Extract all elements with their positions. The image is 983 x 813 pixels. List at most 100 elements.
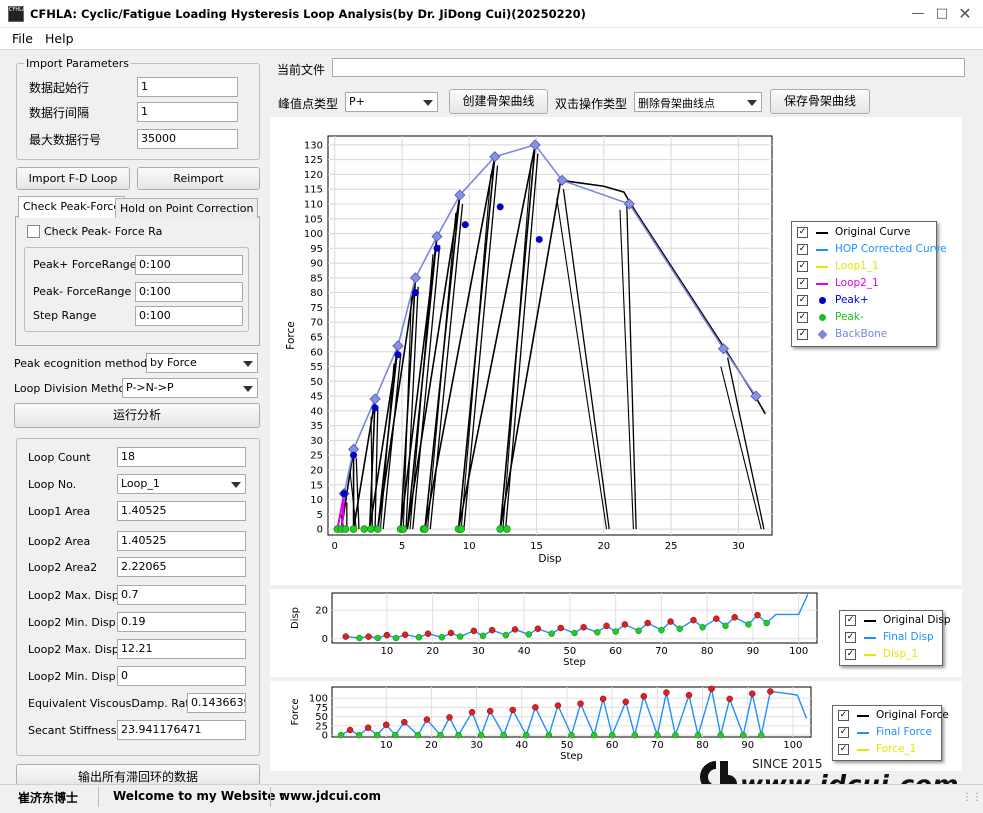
legend-symbol — [817, 329, 828, 340]
y-tick-label: 75 — [310, 303, 323, 314]
legend-checkbox[interactable]: ✓ — [845, 632, 856, 643]
legend-label: Disp_1 — [883, 648, 919, 660]
close-icon[interactable]: ✕ — [955, 4, 975, 24]
peak-neg-point — [496, 525, 505, 533]
peak-neg-point — [367, 525, 375, 533]
legend-checkbox[interactable]: ✓ — [845, 615, 856, 626]
peak-marker — [667, 618, 674, 625]
loop-no-select[interactable]: Loop_1 — [117, 474, 246, 494]
minimize-icon[interactable]: — — [908, 4, 928, 24]
tab-hold-on-point[interactable]: Hold on Point Correction — [115, 198, 259, 218]
max-rows-input[interactable]: 35000 — [137, 129, 238, 149]
x-axis-title: Step — [563, 657, 586, 668]
y-tick-label: 120 — [304, 170, 323, 181]
peak-method-label: Peak ecognition methods — [14, 357, 153, 370]
peak-marker — [470, 627, 478, 635]
x-tick-label: 50 — [564, 646, 577, 657]
legend-checkbox[interactable]: ✓ — [797, 244, 808, 255]
result-value[interactable]: 0 — [117, 666, 246, 686]
x-tick-label: 10 — [463, 541, 476, 552]
legend-checkbox[interactable]: ✓ — [838, 727, 849, 738]
peak-pos-point — [433, 244, 441, 252]
peak-method-value: by Force — [150, 356, 197, 369]
legend-checkbox[interactable]: ✓ — [797, 295, 808, 306]
legend-checkbox[interactable]: ✓ — [797, 261, 808, 272]
x-tick-label: 100 — [783, 740, 802, 751]
legend-checkbox[interactable]: ✓ — [845, 649, 856, 660]
x-tick-label: 70 — [651, 740, 664, 751]
result-value[interactable]: 23.941176471 — [117, 720, 246, 740]
division-method-select[interactable]: P->N->P — [122, 378, 258, 398]
peak-marker — [534, 625, 542, 632]
result-value[interactable]: 0.19 — [117, 612, 246, 632]
legend-symbol — [864, 620, 876, 622]
result-label: Loop2 Min. Disp — [28, 616, 116, 629]
legend-checkbox[interactable]: ✓ — [797, 227, 808, 238]
result-value[interactable]: 12.21 — [117, 639, 246, 659]
division-method-label: Loop Division Method — [14, 382, 133, 395]
tab-check-peak-force[interactable]: Check Peak-Force — [18, 196, 126, 218]
result-value[interactable]: 1.40525 — [117, 501, 246, 521]
legend-checkbox[interactable]: ✓ — [797, 278, 808, 289]
peak-marker — [640, 693, 648, 700]
x-tick-label: 20 — [597, 541, 610, 552]
result-value[interactable]: 1.40525 — [117, 531, 246, 551]
legend-symbol — [816, 249, 828, 251]
legend-checkbox[interactable]: ✓ — [838, 744, 849, 755]
peak-marker — [401, 631, 409, 638]
check-peak-force-checkbox[interactable] — [27, 225, 40, 238]
menu-help[interactable]: Help — [45, 31, 74, 46]
legend-checkbox[interactable]: ✓ — [838, 710, 849, 721]
result-value[interactable]: 18 — [117, 447, 246, 467]
legend-label: BackBone — [835, 328, 888, 340]
maximize-icon[interactable]: □ — [932, 4, 952, 24]
run-analysis-button[interactable]: 运行分析 — [14, 403, 260, 428]
trough-marker — [374, 634, 382, 642]
result-value[interactable]: 2.22065 — [117, 557, 246, 577]
row-interval-input[interactable]: 1 — [137, 102, 238, 122]
trough-marker — [568, 731, 575, 739]
step-range-input[interactable]: 0:100 — [135, 306, 243, 326]
trough-marker — [438, 634, 446, 641]
dblclick-type-select[interactable]: 删除骨架曲线点 — [634, 92, 762, 112]
status-website[interactable]: www.jdcui.com — [279, 789, 381, 803]
peak-neg-point — [503, 525, 511, 533]
result-value[interactable]: 0.7 — [117, 585, 246, 605]
x-tick-label: 100 — [789, 646, 808, 657]
hysteresis-chart[interactable]: 0 5 10 15 20 25 30 0 5 10 15 20 25 30 35 40 45 50 55 60 65 70… — [270, 117, 962, 585]
peak-type-select[interactable]: P+ — [345, 92, 438, 112]
peak-method-select[interactable]: by Force — [146, 353, 258, 373]
y-tick-label: 35 — [310, 421, 323, 432]
trough-marker — [525, 631, 532, 638]
status-separator — [270, 787, 271, 807]
create-backbone-button[interactable]: 创建骨架曲线 — [449, 89, 548, 114]
result-label: Loop2 Area — [28, 535, 91, 548]
y-tick-label: 115 — [304, 185, 323, 196]
menu-file[interactable]: File — [12, 31, 33, 46]
x-tick-label: 25 — [665, 541, 678, 552]
peak-marker — [364, 724, 372, 731]
peak-neg-point — [360, 525, 369, 533]
x-tick-label: 60 — [606, 740, 619, 751]
start-row-input[interactable]: 1 — [137, 77, 238, 97]
trough-marker — [455, 731, 462, 739]
trough-marker — [763, 619, 770, 627]
y-tick-label: 125 — [304, 155, 323, 166]
window-title: CFHLA: Cyclic/Fatigue Loading Hysteresis… — [30, 7, 586, 21]
trough-marker — [479, 632, 487, 640]
y-tick-label: 20 — [315, 606, 328, 617]
peak-neg-range-input[interactable]: 0:100 — [135, 282, 243, 302]
y-tick-label: 65 — [310, 332, 323, 343]
result-value[interactable]: 0.14366397 — [187, 693, 246, 713]
resize-grip-icon[interactable]: ⋮⋮ — [962, 792, 982, 803]
peak-marker — [708, 685, 715, 693]
legend-checkbox[interactable]: ✓ — [797, 312, 808, 323]
save-backbone-button[interactable]: 保存骨架曲线 — [770, 89, 870, 114]
peak-pos-point — [496, 203, 504, 211]
reimport-button[interactable]: Reimport — [137, 167, 260, 190]
current-file-input[interactable] — [332, 58, 965, 77]
legend-checkbox[interactable]: ✓ — [797, 329, 808, 340]
import-loop-button[interactable]: Import F-D Loop — [16, 167, 130, 190]
peak-pos-range-input[interactable]: 0:100 — [135, 255, 243, 275]
export-loops-button[interactable]: 输出所有滞回环的数据 — [16, 764, 260, 786]
